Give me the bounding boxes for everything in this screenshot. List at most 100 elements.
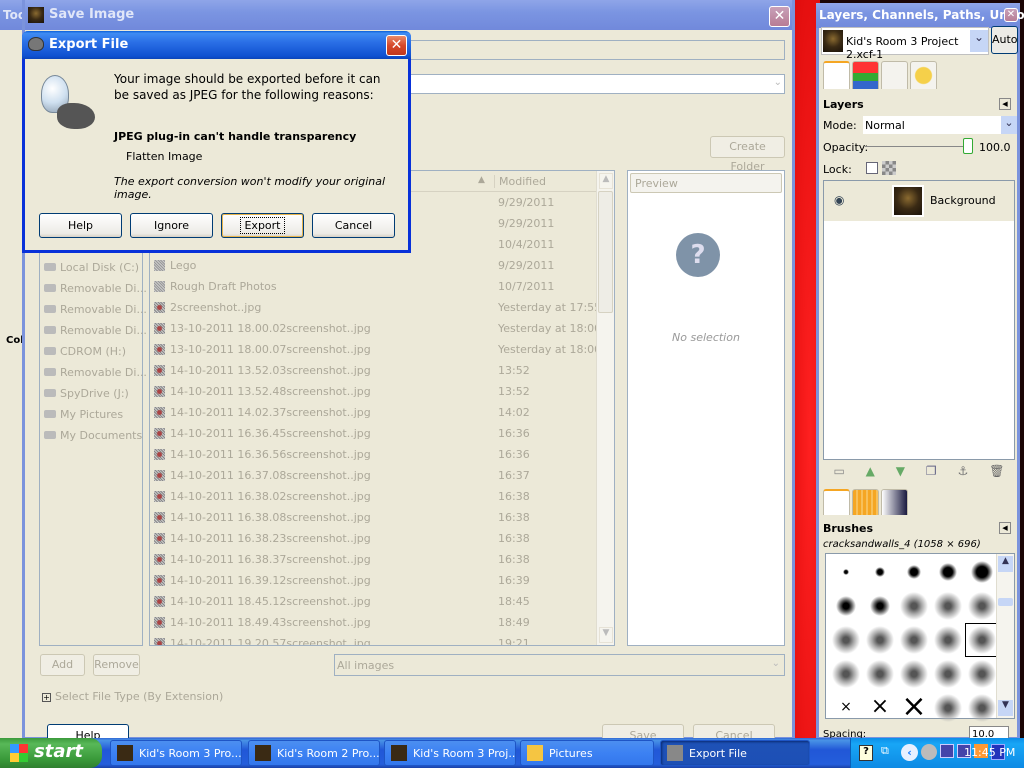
taskbar-button[interactable]: Export File (660, 740, 810, 766)
scrollbar-thumb[interactable] (998, 598, 1013, 606)
paths-tab[interactable] (881, 61, 908, 89)
layers-tab[interactable] (823, 61, 850, 89)
auto-button[interactable]: Auto (991, 26, 1018, 54)
brush-item[interactable] (932, 692, 964, 724)
file-row[interactable]: 14-10-2011 13.52.03screenshot..jpg 13:52 (150, 360, 614, 381)
taskbar-button[interactable]: Kid's Room 3 Pro... (110, 740, 242, 766)
brush-item[interactable] (932, 624, 964, 656)
panel-menu-icon[interactable]: ◀ (999, 522, 1011, 534)
file-row[interactable]: 14-10-2011 13.52.48screenshot..jpg 13:52 (150, 381, 614, 402)
lock-alpha-icon[interactable] (882, 161, 896, 175)
brush-item[interactable] (932, 590, 964, 622)
taskbar-button[interactable]: Pictures (520, 740, 654, 766)
opacity-value[interactable]: 100.0 (979, 141, 1011, 154)
help-button[interactable]: Help (39, 213, 122, 238)
place-item[interactable]: SpyDrive (J:) (40, 383, 142, 404)
place-item[interactable]: Local Disk (C:) (40, 257, 142, 278)
file-row[interactable]: Rough Draft Photos 10/7/2011 (150, 276, 614, 297)
opacity-slider[interactable] (865, 146, 965, 147)
brush-item[interactable] (898, 658, 930, 690)
file-row[interactable]: 14-10-2011 18.45.12screenshot..jpg 18:45 (150, 591, 614, 612)
file-row[interactable]: 14-10-2011 18.49.43screenshot..jpg 18:49 (150, 612, 614, 633)
scroll-down-icon[interactable]: ▼ (998, 700, 1013, 716)
mode-combo[interactable]: Normal ⌄ (863, 116, 1017, 134)
scrollbar-thumb[interactable] (598, 191, 613, 313)
file-filter-combo[interactable]: All images ⌄ (334, 654, 785, 676)
tray-app-icon[interactable] (921, 744, 937, 760)
undo-tab[interactable] (910, 61, 937, 89)
file-row[interactable]: 14-10-2011 14.02.37screenshot..jpg 14:02 (150, 402, 614, 423)
channels-tab[interactable] (852, 61, 879, 89)
place-item[interactable]: My Pictures (40, 404, 142, 425)
ignore-button[interactable]: Ignore (130, 213, 213, 238)
file-row[interactable]: Lego 9/29/2011 (150, 255, 614, 276)
restore-windows-icon[interactable]: ⧉ (881, 744, 889, 758)
scroll-down-icon[interactable]: ▼ (599, 627, 613, 643)
place-item[interactable]: Removable Di... (40, 362, 147, 383)
brush-item[interactable] (830, 658, 862, 690)
brush-item[interactable] (830, 624, 862, 656)
image-selector[interactable]: Kid's Room 3 Project 2.xcf-1 ⌄ (821, 27, 989, 61)
brush-item[interactable] (898, 624, 930, 656)
gradients-tab[interactable] (881, 489, 908, 515)
brush-item[interactable] (864, 556, 896, 588)
brush-item[interactable] (864, 624, 896, 656)
brush-item[interactable] (898, 590, 930, 622)
close-icon[interactable]: ✕ (386, 35, 407, 56)
place-item[interactable]: CDROM (H:) (40, 341, 142, 362)
brush-item[interactable]: × (864, 692, 896, 724)
duplicate-layer-icon[interactable]: ❐ (926, 464, 937, 478)
brush-item[interactable] (830, 556, 862, 588)
start-button[interactable]: start (0, 738, 102, 768)
file-row[interactable]: 14-10-2011 16.36.56screenshot..jpg 16:36 (150, 444, 614, 465)
place-item[interactable]: Removable Di... (40, 278, 147, 299)
brush-item[interactable] (966, 692, 998, 724)
file-row[interactable]: 14-10-2011 16.38.23screenshot..jpg 16:38 (150, 528, 614, 549)
brush-item[interactable] (966, 556, 998, 588)
network-disconnected-icon[interactable] (940, 744, 954, 758)
file-list-scrollbar[interactable]: ▲ ▼ (596, 171, 614, 645)
brush-item[interactable] (932, 658, 964, 690)
layer-row[interactable]: ◉ Background (824, 181, 1014, 221)
panel-menu-icon[interactable]: ◀ (999, 98, 1011, 110)
lock-pixels-checkbox[interactable] (866, 162, 878, 174)
scroll-up-icon[interactable]: ▲ (599, 173, 613, 189)
new-layer-icon[interactable]: ▭ (833, 464, 844, 478)
brush-scrollbar[interactable]: ▲ ▼ (996, 554, 1014, 718)
brush-item[interactable] (966, 590, 998, 622)
export-button[interactable]: Export (221, 213, 304, 238)
show-hidden-icons-icon[interactable]: ‹ (901, 744, 918, 761)
raise-layer-icon[interactable]: ▲ (866, 464, 875, 478)
taskbar-button[interactable]: Kid's Room 2 Pro... (248, 740, 380, 766)
file-row[interactable]: 14-10-2011 19.20.57screenshot..jpg 19:21 (150, 633, 614, 645)
brush-item[interactable]: × (830, 692, 862, 724)
file-row[interactable]: 13-10-2011 18.00.02screenshot..jpg Yester… (150, 318, 614, 339)
brush-item[interactable] (965, 623, 999, 657)
file-row[interactable]: 14-10-2011 16.36.45screenshot..jpg 16:36 (150, 423, 614, 444)
taskbar-button[interactable]: Kid's Room 3 Proj... (384, 740, 516, 766)
brush-item[interactable] (864, 590, 896, 622)
place-item[interactable]: Removable Di... (40, 299, 147, 320)
place-item[interactable]: Removable Di... (40, 320, 147, 341)
file-row[interactable]: 14-10-2011 16.39.12screenshot..jpg 16:39 (150, 570, 614, 591)
brush-item[interactable] (966, 658, 998, 690)
file-row[interactable]: 14-10-2011 16.38.08screenshot..jpg 16:38 (150, 507, 614, 528)
delete-layer-icon[interactable]: 🗑 (989, 464, 1004, 478)
help-tray-icon[interactable]: ? (859, 745, 873, 761)
file-row[interactable]: 14-10-2011 16.37.08screenshot..jpg 16:37 (150, 465, 614, 486)
modified-column-header[interactable]: Modified (494, 175, 546, 188)
opacity-slider-handle[interactable] (963, 138, 973, 154)
brush-item[interactable] (932, 556, 964, 588)
patterns-tab[interactable] (852, 489, 879, 515)
brush-item[interactable] (864, 658, 896, 690)
anchor-layer-icon[interactable]: ⚓ (958, 464, 969, 478)
place-item[interactable]: My Documents (40, 425, 142, 446)
file-row[interactable]: 14-10-2011 16.38.37screenshot..jpg 16:38 (150, 549, 614, 570)
close-icon[interactable]: ✕ (1004, 8, 1018, 22)
file-row[interactable]: 14-10-2011 16.38.02screenshot..jpg 16:38 (150, 486, 614, 507)
eye-icon[interactable]: ◉ (834, 193, 844, 207)
cancel-button[interactable]: Cancel (312, 213, 395, 238)
brush-item[interactable] (898, 556, 930, 588)
remove-bookmark-button[interactable]: Remove (93, 654, 140, 676)
brush-item[interactable] (830, 590, 862, 622)
